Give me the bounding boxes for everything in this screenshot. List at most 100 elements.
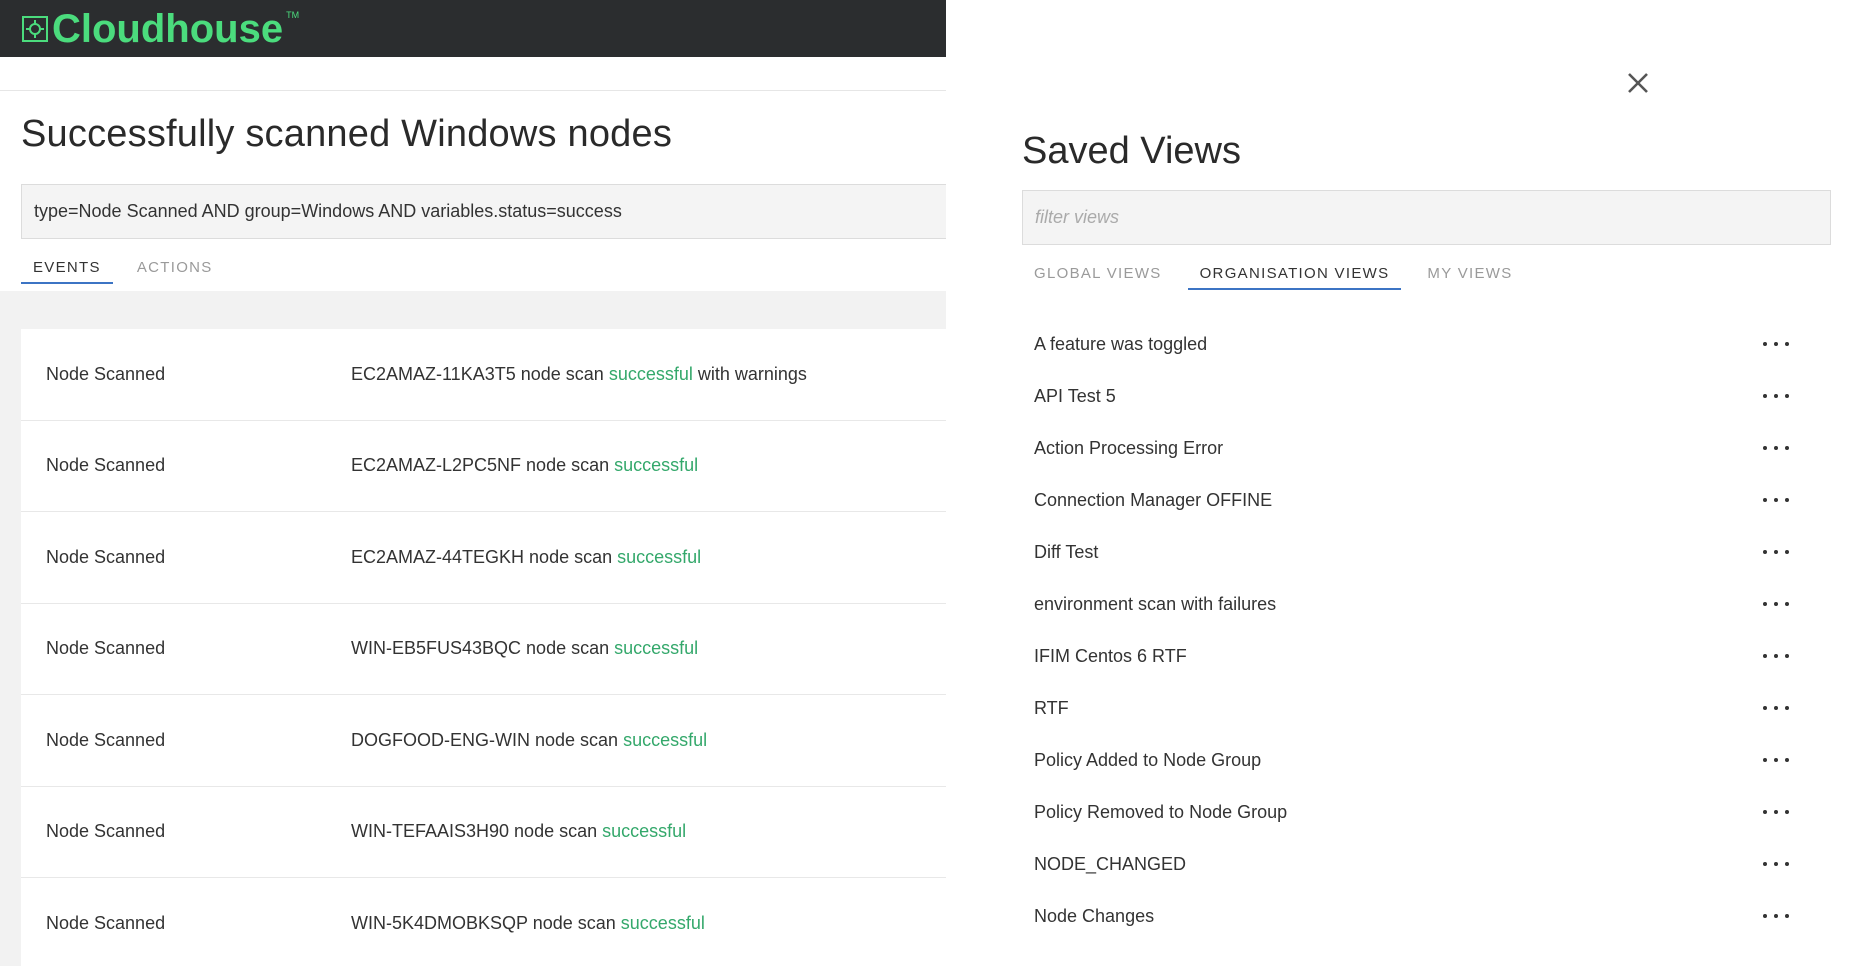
more-options-icon[interactable] — [1760, 334, 1792, 354]
event-text: node scan — [524, 546, 618, 567]
tab-organisation-views[interactable]: ORGANISATION VIEWS — [1187, 265, 1402, 290]
saved-view-name: Node Changes — [1034, 905, 1155, 926]
more-options-icon[interactable] — [1760, 386, 1792, 406]
event-text: node scan — [521, 638, 615, 659]
event-row[interactable]: Node Scanned EC2AMAZ-L2PC5NF node scan su… — [21, 420, 946, 512]
event-status: successful — [614, 638, 699, 659]
more-options-icon[interactable] — [1760, 802, 1792, 822]
saved-view-item[interactable]: Diff Test — [1022, 526, 1792, 578]
event-message: WIN-TEFAAIS3H90 node scan successful — [351, 821, 686, 842]
event-message: DOGFOOD-ENG-WIN node scan successful — [351, 730, 707, 751]
saved-view-item[interactable]: Action Processing Error — [1022, 422, 1792, 474]
tab-my-views[interactable]: MY VIEWS — [1415, 265, 1524, 290]
saved-view-name: Action Processing Error — [1034, 437, 1224, 458]
event-status: successful — [620, 912, 705, 933]
more-options-icon[interactable] — [1760, 698, 1792, 718]
event-row[interactable]: Node Scanned WIN-5K4DMOBKSQP node scan su… — [21, 878, 946, 966]
saved-view-item[interactable]: Connection Manager OFFINE — [1022, 474, 1792, 526]
event-status: successful — [617, 546, 702, 567]
saved-view-name: environment scan with failures — [1034, 593, 1277, 614]
event-row[interactable]: Node Scanned WIN-EB5FUS43BQC node scan su… — [21, 603, 946, 695]
event-node-name: EC2AMAZ-44TEGKH — [351, 546, 525, 567]
more-options-icon[interactable] — [1760, 594, 1792, 614]
event-message: EC2AMAZ-44TEGKH node scan successful — [351, 547, 701, 568]
brand-name: Cloudhouse — [52, 6, 284, 51]
event-text: node scan — [521, 455, 615, 476]
page: Cloudhouse TM Successfully scanned Windo… — [0, 0, 1859, 966]
saved-view-item[interactable]: Node Changes — [1022, 890, 1792, 942]
brand-logo[interactable]: Cloudhouse TM — [22, 9, 299, 49]
more-options-icon[interactable] — [1760, 438, 1792, 458]
event-text: node scan — [515, 363, 609, 384]
event-status: successful — [614, 455, 699, 476]
saved-views-list: A feature was toggled API Test 5 Action Pr… — [1022, 318, 1792, 942]
event-row[interactable]: Node Scanned EC2AMAZ-44TEGKH node scan su… — [21, 512, 946, 604]
saved-view-item[interactable]: RTF — [1022, 682, 1792, 734]
event-node-name: EC2AMAZ-11KA3T5 — [351, 363, 516, 384]
saved-view-item[interactable]: environment scan with failures — [1022, 578, 1792, 630]
event-type: Node Scanned — [46, 546, 166, 567]
saved-view-item[interactable]: A feature was toggled — [1022, 318, 1792, 370]
saved-view-name: API Test 5 — [1034, 385, 1116, 406]
saved-view-item[interactable]: Policy Removed to Node Group — [1022, 786, 1792, 838]
event-message: EC2AMAZ-11KA3T5 node scan successful wit… — [351, 364, 807, 385]
trademark-mark: TM — [286, 9, 300, 20]
event-message: WIN-EB5FUS43BQC node scan successful — [351, 638, 698, 659]
more-options-icon[interactable] — [1760, 750, 1792, 770]
query-input[interactable]: type=Node Scanned AND group=Windows AND … — [21, 184, 946, 239]
cloudhouse-logo-icon — [22, 15, 48, 42]
event-node-name: DOGFOOD-ENG-WIN — [351, 729, 530, 750]
saved-view-name: NODE_CHANGED — [1034, 853, 1187, 874]
saved-view-name: Diff Test — [1034, 541, 1099, 562]
saved-view-name: IFIM Centos 6 RTF — [1034, 645, 1187, 666]
event-node-name: WIN-5K4DMOBKSQP — [351, 912, 528, 933]
tab-events[interactable]: EVENTS — [21, 259, 113, 284]
saved-view-name: Policy Added to Node Group — [1034, 749, 1262, 770]
event-row[interactable]: Node Scanned DOGFOOD-ENG-WIN node scan su… — [21, 695, 946, 787]
saved-view-name: RTF — [1034, 697, 1069, 718]
event-text: node scan — [527, 912, 621, 933]
saved-view-item[interactable]: NODE_CHANGED — [1022, 838, 1792, 890]
event-node-name: EC2AMAZ-L2PC5NF — [351, 455, 522, 476]
saved-view-item[interactable]: IFIM Centos 6 RTF — [1022, 630, 1792, 682]
more-options-icon[interactable] — [1760, 854, 1792, 874]
view-header: Successfully scanned Windows nodes type=… — [0, 91, 946, 291]
event-row[interactable]: Node Scanned WIN-TEFAAIS3H90 node scan su… — [21, 786, 946, 878]
saved-view-name: Policy Removed to Node Group — [1034, 801, 1288, 822]
event-text: node scan — [529, 729, 624, 750]
saved-view-item[interactable]: API Test 5 — [1022, 370, 1792, 422]
event-type: Node Scanned — [46, 455, 166, 476]
event-suffix: with warnings — [692, 363, 807, 384]
saved-view-name: Connection Manager OFFINE — [1034, 489, 1273, 510]
event-message: EC2AMAZ-L2PC5NF node scan successful — [351, 455, 698, 476]
more-options-icon[interactable] — [1760, 646, 1792, 666]
views-tabs: GLOBAL VIEWS ORGANISATION VIEWS MY VIEWS — [1022, 265, 1539, 290]
events-list: Node Scanned EC2AMAZ-11KA3T5 node scan su… — [21, 329, 946, 966]
close-icon[interactable] — [1623, 68, 1653, 98]
saved-view-item[interactable]: Policy Added to Node Group — [1022, 734, 1792, 786]
more-options-icon[interactable] — [1760, 490, 1792, 510]
event-type: Node Scanned — [46, 912, 166, 933]
page-title: Successfully scanned Windows nodes — [21, 113, 673, 155]
event-type: Node Scanned — [46, 363, 166, 384]
main-app: Cloudhouse TM Successfully scanned Windo… — [0, 0, 946, 966]
more-options-icon[interactable] — [1760, 542, 1792, 562]
tab-global-views[interactable]: GLOBAL VIEWS — [1022, 265, 1174, 290]
more-options-icon[interactable] — [1760, 906, 1792, 926]
event-node-name: WIN-TEFAAIS3H90 — [351, 821, 510, 842]
top-navbar: Cloudhouse TM — [0, 0, 946, 57]
filter-views-input[interactable] — [1022, 190, 1831, 245]
event-node-name: WIN-EB5FUS43BQC — [351, 638, 522, 659]
event-text: node scan — [509, 821, 603, 842]
event-status: successful — [608, 363, 693, 384]
panel-title: Saved Views — [1022, 130, 1241, 172]
sub-navbar — [0, 57, 946, 91]
event-type: Node Scanned — [46, 821, 166, 842]
event-row[interactable]: Node Scanned EC2AMAZ-11KA3T5 node scan su… — [21, 329, 946, 421]
event-type: Node Scanned — [46, 638, 166, 659]
event-status: successful — [623, 729, 708, 750]
event-message: WIN-5K4DMOBKSQP node scan successful — [351, 913, 705, 934]
saved-views-panel: Saved Views GLOBAL VIEWS ORGANISATION VI… — [946, 0, 1859, 966]
tab-actions[interactable]: ACTIONS — [125, 259, 225, 284]
view-tabs: EVENTS ACTIONS — [21, 259, 946, 284]
